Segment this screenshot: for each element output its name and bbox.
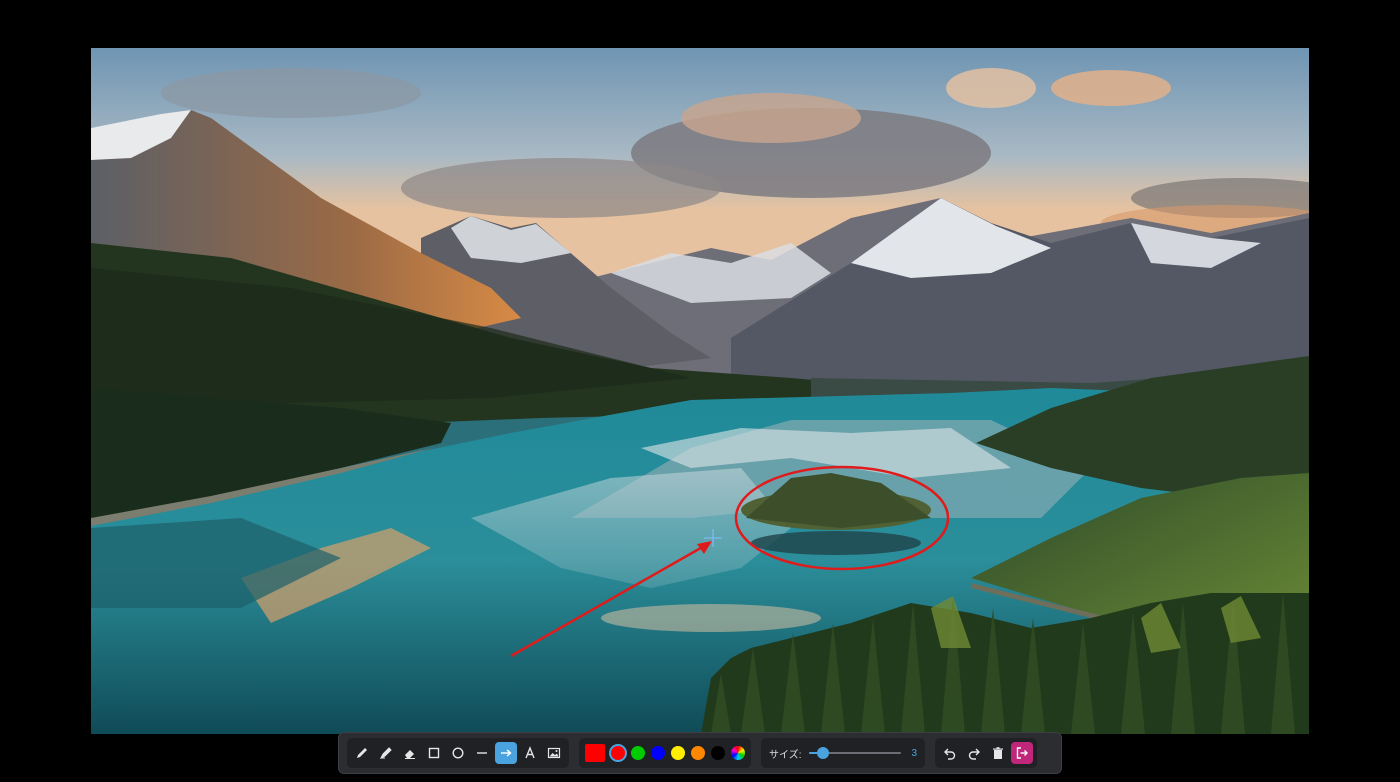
color-swatch-orange[interactable] [691, 746, 705, 760]
exit-button[interactable] [1011, 742, 1033, 764]
tool-group [347, 738, 569, 768]
highlighter-icon [379, 747, 392, 760]
color-swatch-green[interactable] [631, 746, 645, 760]
size-value: 3 [911, 747, 917, 759]
trash-icon [993, 747, 1003, 759]
pen-icon [357, 748, 367, 758]
clear-button[interactable] [987, 742, 1009, 764]
action-group [935, 738, 1037, 768]
landscape-photo [91, 48, 1309, 734]
circle-tool-button[interactable] [447, 742, 469, 764]
eraser-icon [405, 750, 415, 759]
undo-icon [944, 748, 956, 760]
color-swatch-blue[interactable] [651, 746, 665, 760]
line-tool-button[interactable] [471, 742, 493, 764]
color-palette [579, 738, 751, 768]
highlighter-tool-button[interactable] [375, 742, 397, 764]
line-icon [477, 752, 487, 754]
undo-button[interactable] [939, 742, 961, 764]
pen-tool-button[interactable] [351, 742, 373, 764]
size-slider-thumb[interactable] [817, 747, 830, 759]
color-swatch-yellow[interactable] [671, 746, 685, 760]
drawing-canvas[interactable] [91, 48, 1309, 734]
current-color-swatch[interactable] [585, 744, 605, 762]
drawing-toolbar: サイズ: 3 [338, 732, 1062, 774]
size-slider[interactable] [809, 746, 901, 760]
size-control: サイズ: 3 [761, 738, 925, 768]
arrow-tool-button[interactable] [495, 742, 517, 764]
color-wheel-icon[interactable] [731, 746, 745, 760]
rectangle-tool-button[interactable] [423, 742, 445, 764]
text-icon [525, 746, 535, 759]
text-tool-button[interactable] [519, 742, 541, 764]
circle-icon [452, 747, 464, 759]
eraser-tool-button[interactable] [399, 742, 421, 764]
image-icon [547, 747, 561, 759]
color-swatch-black[interactable] [711, 746, 725, 760]
size-label: サイズ: [769, 749, 802, 761]
color-swatch-red[interactable] [611, 746, 625, 760]
image-tool-button[interactable] [543, 742, 565, 764]
redo-button[interactable] [963, 742, 985, 764]
exit-icon [1016, 747, 1028, 759]
redo-icon [968, 748, 980, 760]
arrow-icon [501, 749, 512, 757]
rectangle-icon [428, 747, 440, 759]
